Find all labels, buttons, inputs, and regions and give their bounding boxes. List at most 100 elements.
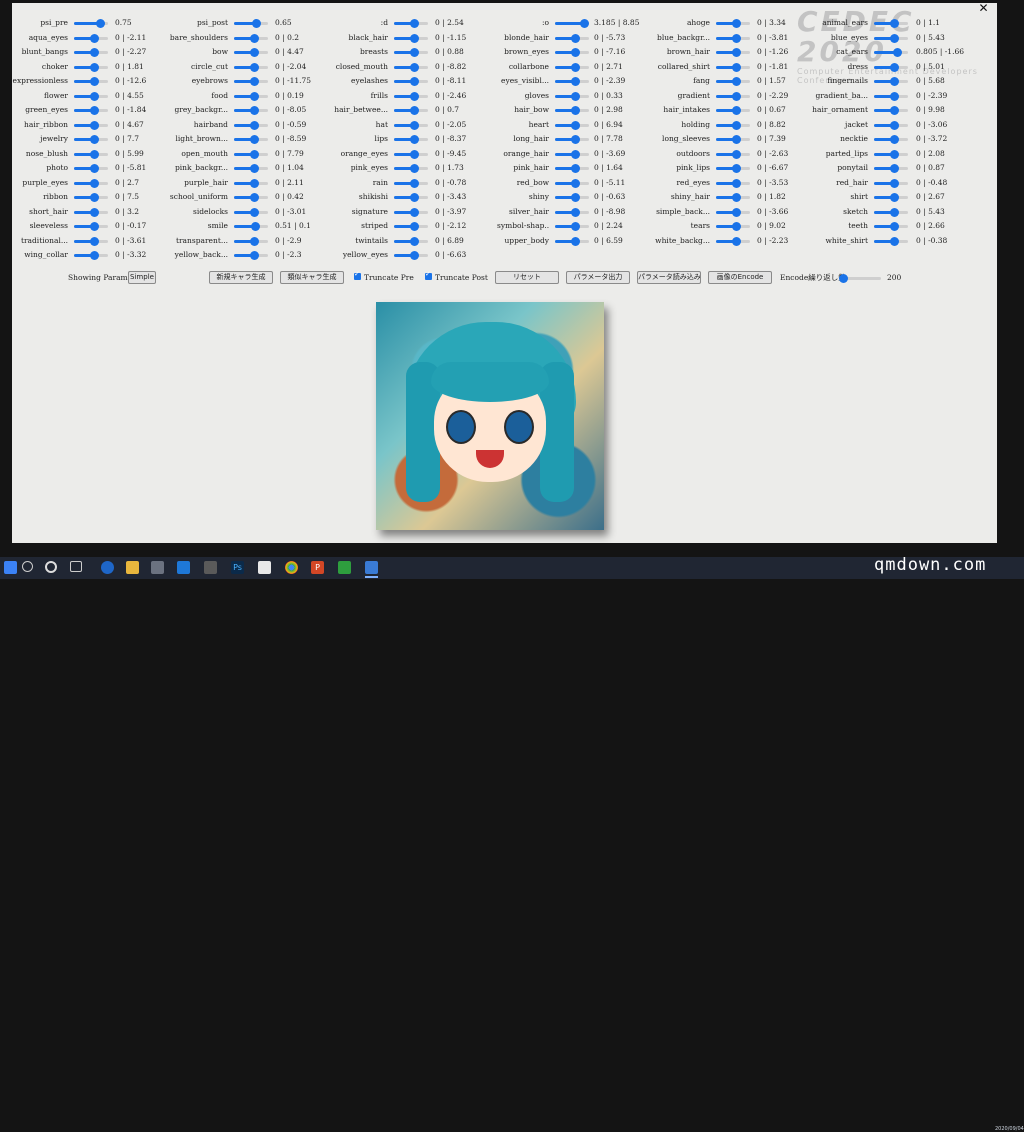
parameter-slider-thumb[interactable] — [732, 149, 742, 159]
parameter-slider-thumb[interactable] — [410, 48, 420, 57]
parameter-slider-thumb[interactable] — [571, 193, 581, 202]
parameter-slider-thumb[interactable] — [890, 207, 900, 217]
parameter-slider[interactable] — [874, 19, 908, 28]
parameter-slider[interactable] — [74, 48, 108, 57]
parameter-slider-thumb[interactable] — [890, 77, 900, 86]
parameter-slider[interactable] — [234, 178, 268, 188]
parameter-slider-thumb[interactable] — [410, 91, 420, 101]
parameter-slider[interactable] — [874, 236, 908, 246]
parameter-slider[interactable] — [394, 135, 428, 144]
parameter-export-button[interactable]: パラメータ出力 — [566, 271, 630, 284]
parameter-slider-thumb[interactable] — [250, 236, 260, 246]
parameter-slider[interactable] — [234, 62, 268, 72]
similar-character-button[interactable]: 類似キャラ生成 — [280, 271, 344, 284]
parameter-slider[interactable] — [394, 33, 428, 43]
parameter-slider-thumb[interactable] — [571, 91, 581, 101]
parameter-slider[interactable] — [555, 77, 589, 86]
parameter-slider-thumb[interactable] — [90, 251, 100, 260]
parameter-slider[interactable] — [74, 62, 108, 72]
parameter-slider-thumb[interactable] — [250, 77, 260, 86]
camtasia-icon[interactable] — [338, 561, 351, 574]
parameter-slider[interactable] — [555, 19, 589, 28]
parameter-slider[interactable] — [234, 120, 268, 130]
parameter-slider[interactable] — [555, 48, 589, 57]
parameter-slider[interactable] — [234, 77, 268, 86]
parameter-slider[interactable] — [394, 120, 428, 130]
parameter-slider-thumb[interactable] — [732, 77, 742, 86]
parameter-slider-thumb[interactable] — [250, 135, 260, 144]
parameter-slider[interactable] — [234, 149, 268, 159]
parameter-slider[interactable] — [555, 33, 589, 43]
parameter-slider[interactable] — [394, 19, 428, 28]
parameter-slider[interactable] — [74, 193, 108, 202]
parameter-slider-thumb[interactable] — [90, 91, 100, 101]
parameter-slider[interactable] — [874, 222, 908, 231]
parameter-slider-thumb[interactable] — [90, 106, 100, 115]
parameter-slider-thumb[interactable] — [571, 178, 581, 188]
parameter-slider-thumb[interactable] — [90, 33, 100, 43]
parameter-slider[interactable] — [716, 48, 750, 57]
parameter-slider[interactable] — [234, 236, 268, 246]
parameter-slider-thumb[interactable] — [90, 149, 100, 159]
chrome-icon[interactable] — [285, 561, 298, 574]
parameter-slider[interactable] — [555, 106, 589, 115]
parameter-slider[interactable] — [74, 91, 108, 101]
parameter-slider[interactable] — [234, 33, 268, 43]
parameter-slider[interactable] — [874, 62, 908, 72]
parameter-slider-thumb[interactable] — [90, 236, 100, 246]
file-icon[interactable] — [258, 561, 271, 574]
parameter-slider-thumb[interactable] — [890, 164, 900, 173]
parameter-slider-thumb[interactable] — [410, 77, 420, 86]
parameter-slider-thumb[interactable] — [252, 19, 262, 28]
parameter-slider-thumb[interactable] — [90, 164, 100, 173]
parameter-slider-thumb[interactable] — [732, 164, 742, 173]
truncate-post-checkbox[interactable] — [425, 270, 432, 280]
parameter-slider[interactable] — [874, 33, 908, 43]
parameter-slider-thumb[interactable] — [250, 106, 260, 115]
parameter-slider[interactable] — [234, 106, 268, 115]
parameter-slider[interactable] — [874, 164, 908, 173]
parameter-slider[interactable] — [716, 222, 750, 231]
parameter-slider-thumb[interactable] — [410, 149, 420, 159]
parameter-slider-thumb[interactable] — [410, 236, 420, 246]
parameter-slider-thumb[interactable] — [410, 251, 420, 260]
parameter-slider[interactable] — [874, 193, 908, 202]
parameter-slider[interactable] — [74, 178, 108, 188]
parameter-slider[interactable] — [716, 178, 750, 188]
parameter-slider-thumb[interactable] — [250, 207, 260, 217]
parameter-slider[interactable] — [716, 19, 750, 28]
parameter-slider[interactable] — [234, 19, 268, 28]
parameter-slider[interactable] — [74, 149, 108, 159]
parameter-slider-thumb[interactable] — [732, 106, 742, 115]
parameter-slider[interactable] — [874, 149, 908, 159]
parameter-slider-thumb[interactable] — [250, 164, 260, 173]
parameter-slider[interactable] — [716, 120, 750, 130]
parameter-slider[interactable] — [74, 207, 108, 217]
parameter-slider-thumb[interactable] — [410, 33, 420, 43]
parameter-slider-thumb[interactable] — [571, 236, 581, 246]
parameter-slider[interactable] — [394, 91, 428, 101]
parameter-slider[interactable] — [716, 193, 750, 202]
parameter-slider[interactable] — [716, 33, 750, 43]
parameter-slider[interactable] — [234, 193, 268, 202]
encode-repeat-slider[interactable] — [839, 274, 881, 283]
parameter-slider-thumb[interactable] — [410, 222, 420, 231]
parameter-slider[interactable] — [394, 193, 428, 202]
parameter-slider-thumb[interactable] — [250, 149, 260, 159]
parameter-slider[interactable] — [394, 106, 428, 115]
parameter-slider-thumb[interactable] — [571, 149, 581, 159]
parameter-slider-thumb[interactable] — [90, 222, 100, 231]
parameter-slider[interactable] — [716, 135, 750, 144]
parameter-slider-thumb[interactable] — [890, 33, 900, 43]
parameter-slider-thumb[interactable] — [410, 178, 420, 188]
parameter-slider-thumb[interactable] — [732, 178, 742, 188]
parameter-slider-thumb[interactable] — [250, 62, 260, 72]
parameter-slider[interactable] — [234, 251, 268, 260]
simple-button[interactable]: Simple — [128, 271, 156, 284]
parameter-slider[interactable] — [874, 207, 908, 217]
parameter-slider-thumb[interactable] — [890, 91, 900, 101]
parameter-slider-thumb[interactable] — [890, 178, 900, 188]
parameter-slider[interactable] — [874, 178, 908, 188]
truncate-pre-checkbox[interactable] — [354, 270, 361, 280]
parameter-slider[interactable] — [716, 149, 750, 159]
